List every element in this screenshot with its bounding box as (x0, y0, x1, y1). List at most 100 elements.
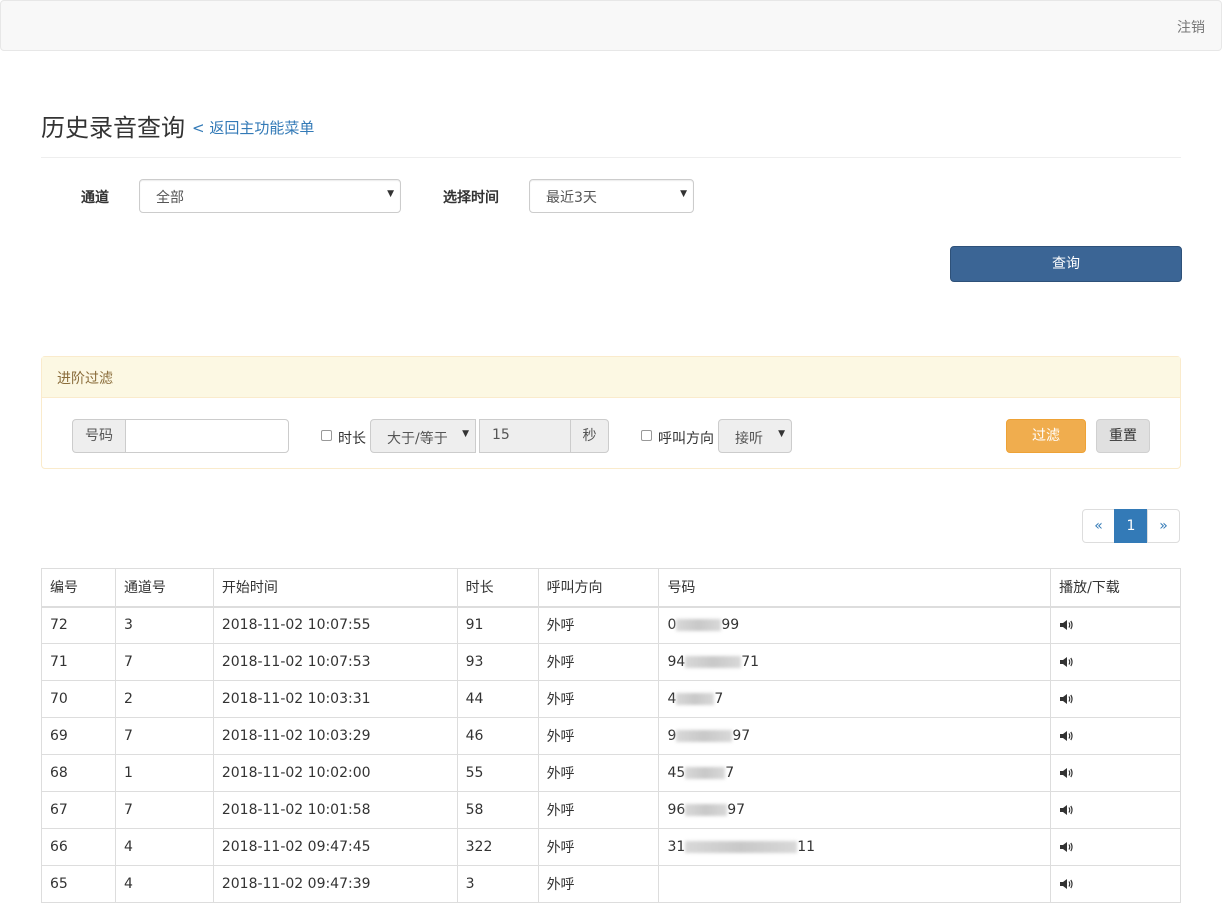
cell-duration: 58 (456, 791, 539, 829)
cell-duration: 3 (456, 865, 539, 903)
cell-play (1050, 754, 1181, 792)
table-row: 71 7 2018-11-02 10:07:53 93 外呼 94 71 (41, 643, 1181, 681)
cell-direction: 外呼 (537, 754, 660, 792)
chevron-down-icon: ▼ (778, 429, 785, 439)
cell-number: 45 7 (658, 754, 1052, 792)
number-prefix: 96 (667, 802, 686, 818)
duration-checkbox[interactable] (321, 430, 332, 441)
channel-select[interactable]: 全部 ▼ (139, 179, 401, 213)
cell-direction: 外呼 (537, 643, 660, 681)
duration-label: 时长 (338, 431, 366, 447)
cell-duration: 322 (456, 828, 539, 866)
duration-value-input[interactable]: 15 (479, 419, 571, 453)
cell-channel: 3 (114, 606, 214, 644)
number-input[interactable] (125, 419, 289, 453)
speaker-icon[interactable] (1059, 878, 1073, 890)
logout-link[interactable]: 注销 (1177, 17, 1205, 37)
page-title: 历史录音查询 (41, 114, 185, 142)
number-prefix: 94 (667, 654, 686, 670)
header-play-download: 播放/下载 (1050, 568, 1181, 608)
speaker-icon[interactable] (1059, 804, 1073, 816)
number-prefix: 0 (667, 617, 677, 634)
duration-operator-select[interactable]: 大于/等于 ▼ (370, 419, 476, 453)
header-start-time[interactable]: 开始时间 (212, 568, 458, 608)
table-row: 68 1 2018-11-02 10:02:00 55 外呼 45 7 (41, 754, 1181, 792)
number-suffix: 97 (727, 802, 746, 818)
cell-id: 67 (41, 791, 116, 829)
cell-start-time: 2018-11-02 10:02:00 (212, 754, 458, 792)
time-range-select-value: 最近3天 (546, 190, 597, 206)
number-suffix: 99 (721, 617, 740, 634)
cell-play (1050, 643, 1181, 681)
cell-channel: 4 (114, 828, 214, 866)
number-prefix: 45 (667, 765, 686, 781)
header-divider (41, 157, 1181, 158)
query-button[interactable]: 查询 (950, 246, 1182, 282)
cell-start-time: 2018-11-02 10:01:58 (212, 791, 458, 829)
reset-button[interactable]: 重置 (1096, 419, 1150, 453)
header-duration[interactable]: 时长 (456, 568, 539, 608)
cell-number: 94 71 (658, 643, 1052, 681)
cell-start-time: 2018-11-02 10:07:55 (212, 606, 458, 644)
cell-duration: 93 (456, 643, 539, 681)
cell-direction: 外呼 (537, 680, 660, 718)
number-prefix: 9 (667, 728, 677, 744)
redacted-number (676, 693, 715, 705)
pagination-page-1[interactable]: 1 (1114, 509, 1148, 543)
table-row: 69 7 2018-11-02 10:03:29 46 外呼 9 97 (41, 717, 1181, 755)
cell-play (1050, 865, 1181, 903)
cell-start-time: 2018-11-02 09:47:45 (212, 828, 458, 866)
table-row: 72 3 2018-11-02 10:07:55 91 外呼 0 99 (41, 606, 1181, 644)
speaker-icon[interactable] (1059, 619, 1073, 631)
chevron-down-icon: ▼ (462, 429, 469, 439)
cell-channel: 4 (114, 865, 214, 903)
redacted-number (685, 767, 726, 779)
chevron-down-icon: ▼ (387, 189, 394, 199)
direction-select[interactable]: 接听 ▼ (718, 419, 792, 453)
table-row: 67 7 2018-11-02 10:01:58 58 外呼 96 97 (41, 791, 1181, 829)
number-addon: 号码 (72, 419, 126, 453)
direction-checkbox[interactable] (641, 430, 652, 441)
header-id[interactable]: 编号 (41, 568, 116, 608)
speaker-icon[interactable] (1059, 693, 1073, 705)
cell-channel: 2 (114, 680, 214, 718)
pagination-prev[interactable]: « (1082, 509, 1115, 543)
cell-channel: 7 (114, 791, 214, 829)
speaker-icon[interactable] (1059, 730, 1073, 742)
cell-duration: 55 (456, 754, 539, 792)
redacted-number (685, 841, 798, 853)
cell-id: 69 (41, 717, 116, 755)
channel-select-value: 全部 (156, 190, 184, 206)
cell-number: 47 (658, 680, 1052, 718)
cell-direction: 外呼 (537, 865, 660, 903)
header-number[interactable]: 号码 (658, 568, 1052, 608)
cell-direction: 外呼 (537, 828, 660, 866)
speaker-icon[interactable] (1059, 656, 1073, 668)
cell-direction: 外呼 (537, 606, 660, 644)
pagination: « 1 » (1082, 509, 1180, 543)
speaker-icon[interactable] (1059, 841, 1073, 853)
number-suffix: 71 (741, 654, 760, 670)
time-range-select[interactable]: 最近3天 ▼ (529, 179, 694, 213)
cell-id: 68 (41, 754, 116, 792)
number-suffix: 7 (725, 765, 735, 781)
cell-duration: 91 (456, 606, 539, 644)
header-direction[interactable]: 呼叫方向 (537, 568, 660, 608)
cell-play (1050, 791, 1181, 829)
filter-button[interactable]: 过滤 (1006, 419, 1086, 453)
direction-select-value: 接听 (735, 431, 763, 447)
top-navbar: 注销 (0, 0, 1222, 51)
back-to-main-menu-link[interactable]: < 返回主功能菜单 (192, 117, 314, 138)
cell-id: 72 (41, 606, 116, 644)
channel-label: 通道 (81, 190, 109, 206)
header-channel[interactable]: 通道号 (114, 568, 214, 608)
cell-start-time: 2018-11-02 09:47:39 (212, 865, 458, 903)
redacted-number (685, 656, 742, 668)
cell-id: 71 (41, 643, 116, 681)
table-row: 65 4 2018-11-02 09:47:39 3 外呼 (41, 865, 1181, 903)
table-row: 70 2 2018-11-02 10:03:31 44 外呼 4 7 (41, 680, 1181, 718)
pagination-next[interactable]: » (1147, 509, 1180, 543)
cell-play (1050, 606, 1181, 644)
direction-label: 呼叫方向 (658, 431, 714, 447)
speaker-icon[interactable] (1059, 767, 1073, 779)
